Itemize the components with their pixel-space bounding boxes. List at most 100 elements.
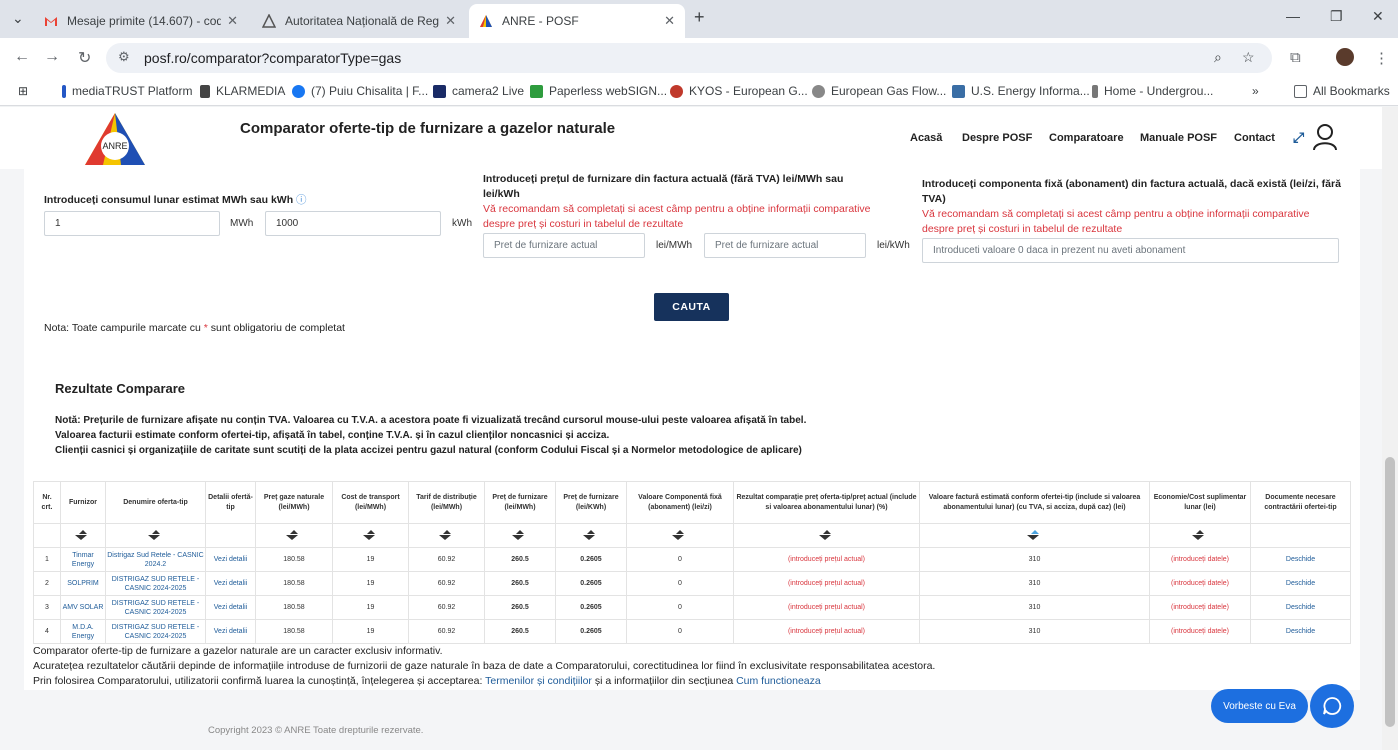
chat-eva-button[interactable]: Vorbeste cu Eva xyxy=(1211,689,1308,723)
consum-kwh-input[interactable]: 1000 xyxy=(265,211,441,236)
cauta-button[interactable]: CAUTA xyxy=(654,293,729,321)
close-icon[interactable]: ✕ xyxy=(227,13,238,29)
sort-icon[interactable] xyxy=(286,529,302,540)
sort-icon[interactable] xyxy=(672,529,688,540)
scrollbar-thumb[interactable] xyxy=(1385,457,1395,727)
vezi-detalii-link[interactable]: Vezi detalii xyxy=(205,547,256,572)
scrollbar[interactable] xyxy=(1382,107,1398,750)
termeni-link[interactable]: Termenilor și condițiilor xyxy=(485,675,592,687)
col-header: Nr. crt. xyxy=(33,481,61,524)
nav-acasa[interactable]: Acasă xyxy=(910,132,942,144)
maximize-icon[interactable]: ❐ xyxy=(1330,8,1343,25)
sort-icon[interactable] xyxy=(147,529,164,540)
sort-row xyxy=(33,523,1351,548)
pret-label: Introduceți prețul de furnizare din fact… xyxy=(483,173,844,200)
info-icon[interactable]: ⓘ xyxy=(296,194,307,206)
furnizor-cell: M.D.A. Energy xyxy=(60,619,106,644)
bookmark-item[interactable]: Paperless webSIGN... xyxy=(530,84,667,98)
expand-icon[interactable]: ⤢ xyxy=(1293,129,1304,146)
table-row: 3 AMV SOLAR DISTRIGAZ SUD RETELE - CASNI… xyxy=(33,595,1351,620)
tab-anre-posf[interactable]: ANRE - POSF ✕ xyxy=(469,4,685,38)
apps-icon[interactable]: ⊞ xyxy=(18,84,28,98)
unit-mwh: MWh xyxy=(230,218,254,229)
table-row: 4 M.D.A. Energy DISTRIGAZ SUD RETELE - C… xyxy=(33,619,1351,644)
bookmark-item[interactable]: camera2 Live xyxy=(433,84,524,98)
bookmark-item[interactable]: KLARMEDIA xyxy=(200,84,285,98)
close-icon[interactable]: ✕ xyxy=(445,13,456,29)
zoom-icon[interactable]: ⌕ xyxy=(1214,49,1222,66)
furnizor-cell: SOLPRIM xyxy=(60,571,106,596)
sort-icon-active[interactable] xyxy=(1026,529,1043,540)
deschide-link[interactable]: Deschide xyxy=(1250,619,1351,644)
col-header: Economie/Cost suplimentar lunar (lei) xyxy=(1149,481,1251,524)
reload-icon[interactable]: ↻ xyxy=(78,48,91,68)
footer-line-2: Acuratețea rezultatelor căutării depinde… xyxy=(33,660,936,672)
bookmark-item[interactable]: mediaTRUST Platform xyxy=(62,84,192,98)
more-bookmarks-button[interactable]: » xyxy=(1252,84,1259,98)
all-bookmarks-button[interactable]: All Bookmarks xyxy=(1294,84,1390,98)
sort-icon[interactable] xyxy=(583,529,599,540)
sort-icon[interactable] xyxy=(75,529,91,540)
nav-manuale-posf[interactable]: Manuale POSF xyxy=(1140,132,1217,144)
url-text: posf.ro/comparator?comparatorType=gas xyxy=(144,50,402,66)
col-header: Preț de furnizare (lei/KWh) xyxy=(555,481,627,524)
page-viewport: ANRE Comparator oferte-tip de furnizare … xyxy=(0,107,1382,750)
deschide-link[interactable]: Deschide xyxy=(1250,547,1351,572)
consum-mwh-input[interactable]: 1 xyxy=(44,211,220,236)
profile-avatar[interactable] xyxy=(1336,48,1354,66)
unit-kwh: kWh xyxy=(452,218,472,229)
tab-search-icon[interactable]: ⌄ xyxy=(12,10,24,27)
nav-despre-posf[interactable]: Despre POSF xyxy=(962,132,1032,144)
extensions-icon[interactable]: ⧉ xyxy=(1290,49,1301,66)
pret-mwh-input[interactable]: Pret de furnizare actual xyxy=(483,233,645,258)
bookmark-item[interactable]: (7) Puiu Chisalita | F... xyxy=(292,84,428,98)
forward-icon[interactable]: → xyxy=(44,48,60,66)
sort-icon[interactable] xyxy=(1192,529,1208,540)
sort-icon[interactable] xyxy=(362,529,379,540)
close-icon[interactable]: ✕ xyxy=(664,13,675,29)
vezi-detalii-link[interactable]: Vezi detalii xyxy=(205,595,256,620)
tab-anre-site[interactable]: Autoritatea Națională de Reglem ✕ xyxy=(252,4,466,38)
bookmark-item[interactable]: U.S. Energy Informa... xyxy=(952,84,1090,98)
sort-icon[interactable] xyxy=(512,529,528,540)
fix-recommendation: Vă recomandam să completați si acest câm… xyxy=(922,208,1310,235)
cum-functioneaza-link[interactable]: Cum functioneaza xyxy=(736,675,821,687)
col-header: Detalii ofertă-tip xyxy=(205,481,256,524)
user-icon[interactable] xyxy=(1312,123,1338,154)
tab-bar: ⌄ Mesaje primite (14.607) - coder ✕ Auto… xyxy=(0,0,1398,38)
nav-comparatoare[interactable]: Comparatoare xyxy=(1049,132,1124,144)
vezi-detalii-link[interactable]: Vezi detalii xyxy=(205,619,256,644)
deschide-link[interactable]: Deschide xyxy=(1250,595,1351,620)
furnizor-cell: AMV SOLAR xyxy=(60,595,106,620)
oferta-cell: DISTRIGAZ SUD RETELE - CASNIC 2024-2025 xyxy=(105,619,206,644)
anre-icon xyxy=(479,14,493,28)
close-window-icon[interactable]: ✕ xyxy=(1372,8,1384,25)
tab-gmail[interactable]: Mesaje primite (14.607) - coder ✕ xyxy=(34,4,248,38)
bookmark-star-icon[interactable]: ☆ xyxy=(1242,49,1255,66)
svg-text:ANRE: ANRE xyxy=(102,141,127,151)
fix-label: Introduceți componenta fixă (abonament) … xyxy=(922,178,1341,205)
new-tab-button[interactable]: + xyxy=(694,7,705,28)
bookmark-item[interactable]: European Gas Flow... xyxy=(812,84,946,98)
nav-contact[interactable]: Contact xyxy=(1234,132,1275,144)
deschide-link[interactable]: Deschide xyxy=(1250,571,1351,596)
minimize-icon[interactable]: — xyxy=(1286,8,1300,24)
col-header: Tarif de distribuție (lei/MWh) xyxy=(408,481,485,524)
vezi-detalii-link[interactable]: Vezi detalii xyxy=(205,571,256,596)
table-header-row: Nr. crt. Furnizor Denumire oferta-tip De… xyxy=(33,481,1351,524)
abonament-input[interactable]: Introduceti valoare 0 daca in prezent nu… xyxy=(922,238,1339,263)
chat-bubble-icon[interactable] xyxy=(1310,684,1354,728)
sort-icon[interactable] xyxy=(438,529,455,540)
menu-icon[interactable]: ⋮ xyxy=(1374,49,1389,67)
sort-icon[interactable] xyxy=(818,529,835,540)
bookmark-item[interactable]: Home - Undergrou... xyxy=(1092,84,1213,98)
anre-logo[interactable]: ANRE xyxy=(83,111,147,172)
back-icon[interactable]: ← xyxy=(14,48,30,66)
bookmark-item[interactable]: KYOS - European G... xyxy=(670,84,808,98)
bookmarks-bar: ⊞ mediaTRUST Platform KLARMEDIA (7) Puiu… xyxy=(0,78,1398,106)
col-header: Rezultat comparație preț oferta-tip/preț… xyxy=(733,481,920,524)
site-info-icon[interactable]: ⚙ xyxy=(118,49,130,65)
pret-kwh-input[interactable]: Pret de furnizare actual xyxy=(704,233,866,258)
address-bar[interactable]: ⚙ posf.ro/comparator?comparatorType=gas … xyxy=(106,43,1272,73)
results-table: Nr. crt. Furnizor Denumire oferta-tip De… xyxy=(33,481,1351,644)
